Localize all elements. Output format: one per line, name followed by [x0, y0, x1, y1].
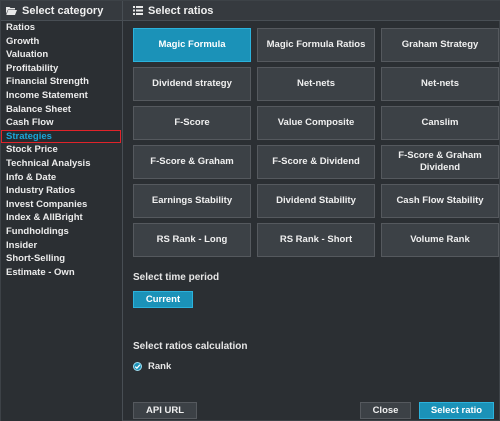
category-panel-header: Select category	[1, 1, 122, 21]
ratio-button[interactable]: Magic Formula Ratios	[257, 28, 375, 62]
category-item[interactable]: Fundholdings	[1, 225, 123, 239]
current-period-button[interactable]: Current	[133, 291, 193, 308]
category-item[interactable]: Valuation	[1, 48, 123, 62]
ratio-button[interactable]: F-Score	[133, 106, 251, 140]
category-item[interactable]: Ratios	[1, 21, 123, 35]
category-item[interactable]: Stock Price	[1, 143, 123, 157]
folder-open-icon	[6, 6, 17, 15]
close-button[interactable]: Close	[360, 402, 411, 419]
category-item[interactable]: Info & Date	[1, 171, 123, 185]
ratio-button[interactable]: Dividend strategy	[133, 67, 251, 101]
ratio-button[interactable]: Volume Rank	[381, 223, 499, 257]
category-item[interactable]: Short-Selling	[1, 252, 123, 266]
ratios-panel-header: Select ratios	[123, 1, 500, 21]
ratio-button[interactable]: Net-nets	[381, 67, 499, 101]
ratio-button[interactable]: Dividend Stability	[257, 184, 375, 218]
ratio-button-grid: Magic Formula Magic Formula Ratios Graham …	[133, 28, 499, 257]
category-item[interactable]: Technical Analysis	[1, 157, 123, 171]
dialog-window: Select category Ratios Growth Valuation Pro…	[0, 0, 500, 421]
ratio-button[interactable]: Magic Formula	[133, 28, 251, 62]
rank-option[interactable]: Rank	[133, 361, 171, 372]
category-item[interactable]: Financial Strength	[1, 75, 123, 89]
category-item[interactable]: Invest Companies	[1, 198, 123, 212]
select-ratio-button[interactable]: Select ratio	[419, 402, 494, 419]
time-period-label: Select time period	[133, 272, 220, 283]
rank-label: Rank	[148, 361, 172, 372]
category-item[interactable]: Estimate - Own	[1, 266, 123, 280]
ratio-button[interactable]: F-Score & Graham	[133, 145, 251, 179]
ratio-button[interactable]: Cash Flow Stability	[381, 184, 499, 218]
category-item[interactable]: Strategies	[1, 129, 121, 144]
ratio-button[interactable]: Earnings Stability	[133, 184, 251, 218]
category-item[interactable]: Cash Flow	[1, 116, 123, 130]
category-item[interactable]: Profitability	[1, 62, 123, 76]
ratio-button[interactable]: Canslim	[381, 106, 499, 140]
api-url-button[interactable]: API URL	[133, 402, 197, 419]
category-item[interactable]: Index & AllBright	[1, 211, 123, 225]
ratio-button[interactable]: RS Rank - Short	[257, 223, 375, 257]
ratio-button[interactable]: RS Rank - Long	[133, 223, 251, 257]
category-panel: Select category Ratios Growth Valuation Pro…	[1, 1, 123, 421]
category-item[interactable]: Growth	[1, 35, 123, 49]
category-item[interactable]: Industry Ratios	[1, 184, 123, 198]
ratio-button[interactable]: Graham Strategy	[381, 28, 499, 62]
ratio-button[interactable]: F-Score & Dividend	[257, 145, 375, 179]
ratio-button[interactable]: Net-nets	[257, 67, 375, 101]
ratio-button[interactable]: F-Score & Graham Dividend	[381, 145, 499, 179]
ratio-button[interactable]: Value Composite	[257, 106, 375, 140]
category-panel-title: Select category	[22, 4, 104, 17]
ratios-calculation-label: Select ratios calculation	[133, 341, 248, 352]
category-item[interactable]: Income Statement	[1, 89, 123, 103]
ratios-panel: Select ratios Magic Formula Magic Formula…	[123, 1, 500, 421]
category-list: Ratios Growth Valuation Profitability Financ…	[1, 21, 123, 279]
list-icon	[133, 6, 143, 15]
rank-radio[interactable]	[133, 362, 142, 371]
ratios-panel-title: Select ratios	[148, 4, 214, 17]
category-item[interactable]: Insider	[1, 239, 123, 253]
category-item[interactable]: Balance Sheet	[1, 103, 123, 117]
